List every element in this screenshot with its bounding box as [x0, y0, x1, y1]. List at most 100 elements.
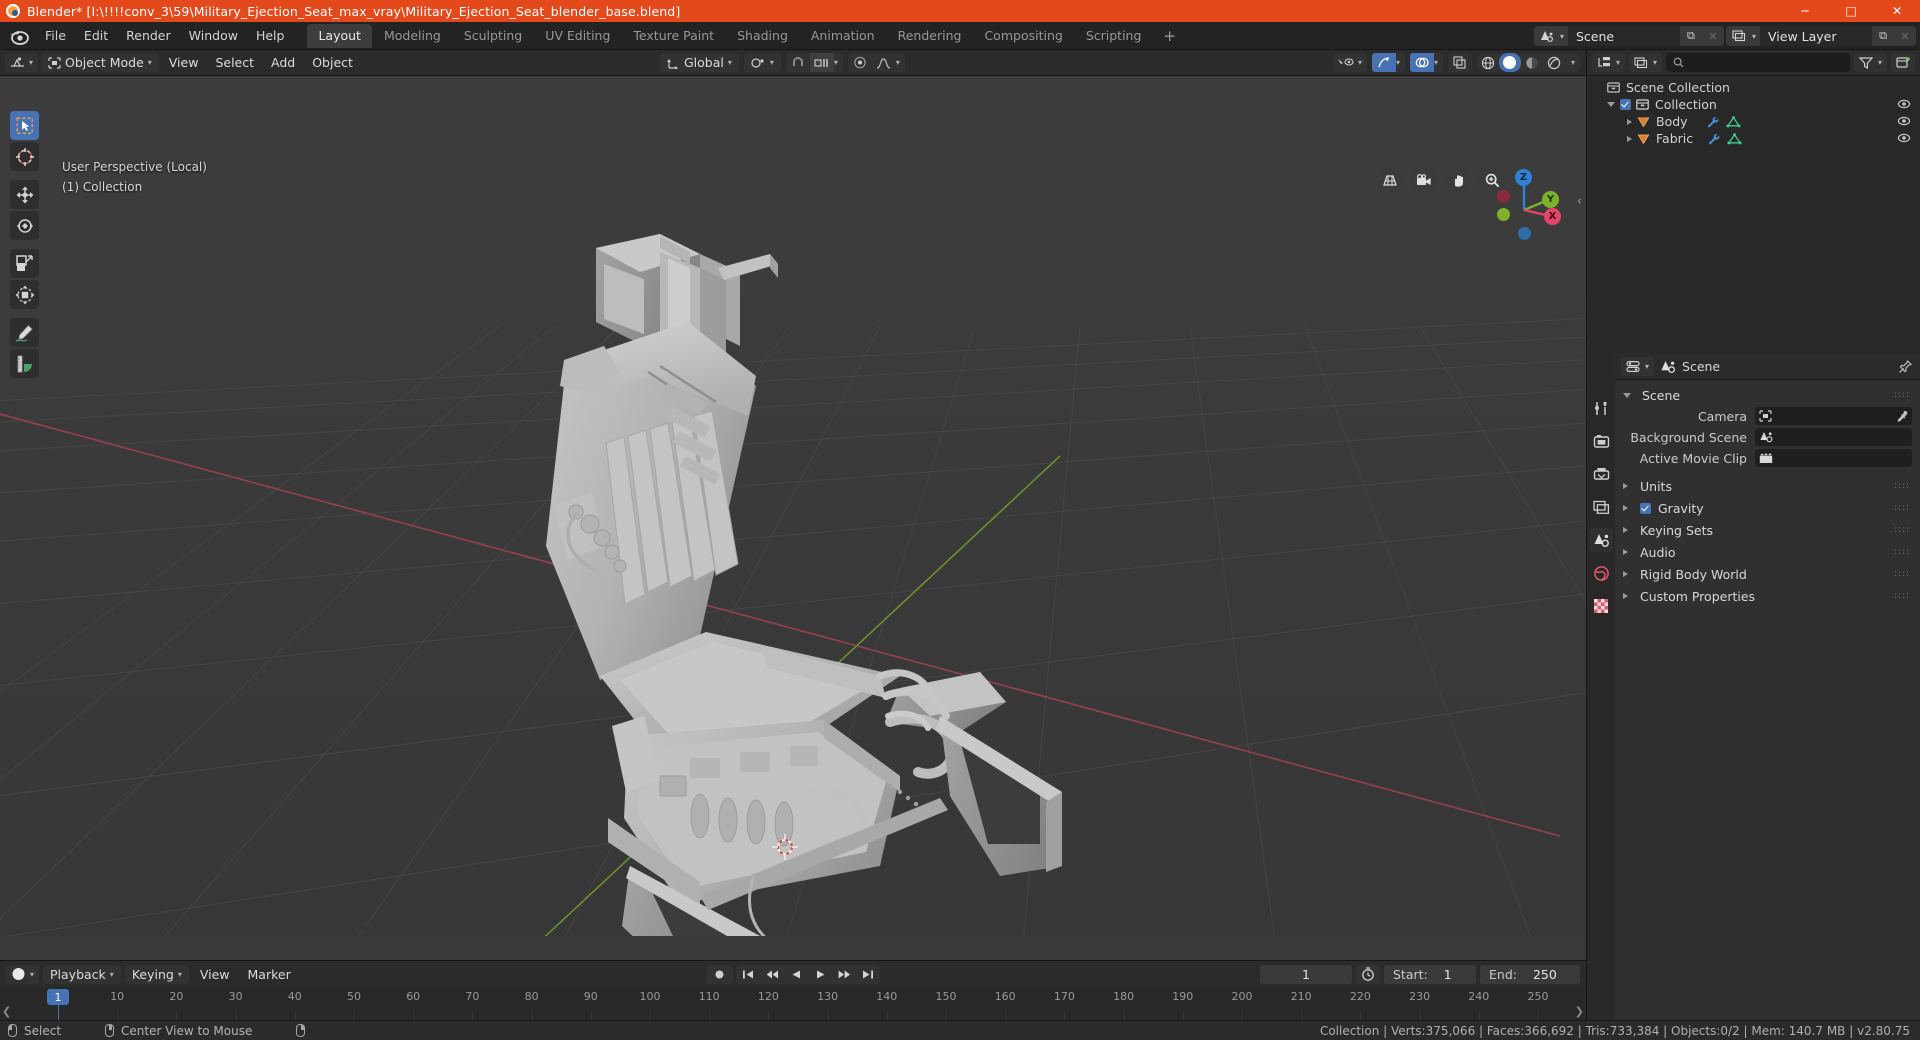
proportional-editing-icon[interactable] — [848, 53, 872, 72]
ejection-seat-model[interactable] — [0, 76, 1586, 936]
new-scene-button[interactable]: ⧉ — [1679, 26, 1702, 46]
background-scene-field[interactable] — [1755, 428, 1912, 446]
section-custom-properties[interactable]: Custom Properties :::: — [1615, 585, 1920, 607]
gizmo-icon[interactable] — [1371, 53, 1396, 72]
view-layer-name[interactable]: View Layer — [1760, 26, 1872, 46]
3d-viewport[interactable]: User Perspective (Local) (1) Collection — [0, 76, 1586, 960]
view-layer-datablock[interactable]: ▾ View Layer ⧉ ✕ — [1725, 26, 1916, 46]
timeline-menu-marker[interactable]: Marker — [241, 965, 298, 984]
snap-chevron-down-icon[interactable]: ▾ — [834, 58, 843, 67]
render-properties-tab[interactable] — [1589, 429, 1613, 453]
outliner-filter-button[interactable]: ▾ — [1853, 53, 1887, 72]
blender-menu-icon[interactable] — [8, 26, 30, 46]
view-axis-gizmo[interactable]: Z Y X — [1482, 164, 1566, 248]
viewport-menu-select[interactable]: Select — [208, 53, 261, 72]
timeline-scroll-right-icon[interactable]: ❯ — [1575, 1005, 1584, 1018]
outliner-editor-type-selector[interactable]: ▾ — [1592, 53, 1626, 72]
smooth-falloff-icon[interactable] — [872, 53, 896, 72]
tab-compositing[interactable]: Compositing — [973, 24, 1073, 48]
active-movie-clip-field[interactable] — [1755, 449, 1912, 467]
properties-editor-type-selector[interactable]: ▾ — [1621, 357, 1655, 376]
falloff-chevron-down-icon[interactable]: ▾ — [896, 58, 905, 67]
texture-properties-tab[interactable] — [1589, 594, 1613, 618]
editor-type-selector[interactable]: ▾ — [5, 53, 39, 72]
outliner-row-collection[interactable]: Collection — [1587, 96, 1920, 113]
world-properties-tab[interactable] — [1589, 561, 1613, 585]
tool-properties-tab[interactable] — [1589, 396, 1613, 420]
jump-start-icon[interactable] — [736, 965, 760, 984]
shading-chevron-down-icon[interactable]: ▾ — [1565, 58, 1581, 67]
shading-solid-button[interactable] — [1498, 53, 1521, 72]
menu-edit[interactable]: Edit — [75, 25, 117, 46]
chevron-down-icon[interactable] — [1607, 102, 1615, 107]
tab-texture-paint[interactable]: Texture Paint — [622, 24, 725, 48]
collection-visibility-eye-icon[interactable] — [1897, 98, 1911, 110]
view-layer-properties-tab[interactable] — [1589, 495, 1613, 519]
current-frame-field[interactable]: 1 — [1260, 964, 1352, 984]
gizmo-axis-y[interactable]: Y — [1542, 191, 1559, 208]
add-workspace-button[interactable]: + — [1153, 27, 1186, 45]
scale-tool[interactable] — [10, 249, 39, 278]
play-icon[interactable] — [808, 965, 832, 984]
section-keying-sets[interactable]: Keying Sets :::: — [1615, 519, 1920, 541]
gizmo-axis-x[interactable]: X — [1544, 208, 1561, 225]
tab-scripting[interactable]: Scripting — [1075, 24, 1153, 48]
modifier-wrench-icon[interactable] — [1706, 116, 1720, 128]
maximize-button[interactable]: □ — [1828, 0, 1874, 22]
playhead-handle[interactable]: 1 — [47, 989, 69, 1005]
camera-view-icon[interactable] — [1410, 166, 1438, 194]
fabric-visibility-eye-icon[interactable] — [1897, 132, 1911, 144]
section-units[interactable]: Units :::: — [1615, 475, 1920, 497]
remove-view-layer-button[interactable]: ✕ — [1894, 26, 1916, 46]
modifier-wrench-icon[interactable] — [1707, 133, 1721, 145]
move-tool[interactable] — [10, 180, 39, 209]
tab-animation[interactable]: Animation — [800, 24, 886, 48]
transform-tool[interactable] — [10, 280, 39, 309]
timeline-ruler[interactable]: ❮ ❯ 10 20 30 40 50 60 70 80 90 100 110 120 130 140 150… — [0, 987, 1586, 1020]
gizmo-axis-z[interactable]: Z — [1515, 169, 1532, 186]
menu-window[interactable]: Window — [180, 25, 247, 46]
next-keyframe-icon[interactable] — [832, 965, 856, 984]
timeline-menu-keying[interactable]: Keying ▾ — [124, 964, 189, 984]
menu-render[interactable]: Render — [117, 25, 180, 46]
section-rigid-body-world[interactable]: Rigid Body World :::: — [1615, 563, 1920, 585]
outliner-row-fabric[interactable]: Fabric — [1587, 130, 1920, 147]
menu-file[interactable]: File — [36, 25, 75, 46]
eyedropper-icon[interactable] — [1895, 410, 1908, 423]
timeline-menu-view[interactable]: View — [193, 965, 237, 984]
tab-uv-editing[interactable]: UV Editing — [534, 24, 621, 48]
scene-panel-header[interactable]: Scene :::: — [1615, 385, 1920, 405]
shading-rendered-button[interactable] — [1543, 53, 1565, 72]
unlink-scene-button[interactable]: ✕ — [1701, 26, 1724, 46]
tab-layout[interactable]: Layout — [307, 23, 372, 48]
new-view-layer-button[interactable]: ⧉ — [1872, 26, 1894, 46]
new-collection-button[interactable] — [1891, 53, 1915, 72]
timeline-menu-playback[interactable]: Playback ▾ — [43, 964, 121, 984]
shading-material-button[interactable] — [1521, 53, 1543, 72]
snap-increment-icon[interactable] — [809, 53, 834, 72]
tweak-select-tool[interactable] — [10, 111, 39, 140]
gizmo-axis-neg-y[interactable] — [1497, 208, 1510, 221]
overlays-icon[interactable] — [1409, 53, 1434, 72]
cursor-tool[interactable] — [10, 142, 39, 171]
viewport-menu-object[interactable]: Object — [305, 53, 360, 72]
tab-sculpting[interactable]: Sculpting — [453, 24, 533, 48]
pin-icon[interactable] — [1898, 359, 1912, 374]
outliner-search-input[interactable] — [1666, 53, 1850, 72]
end-frame-field[interactable]: End: 250 — [1480, 964, 1580, 984]
jump-end-icon[interactable] — [856, 965, 880, 984]
gizmo-axis-neg-z[interactable] — [1518, 227, 1531, 240]
scene-properties-tab[interactable] — [1589, 528, 1613, 552]
shading-wireframe-button[interactable] — [1477, 53, 1499, 72]
annotate-tool[interactable] — [10, 318, 39, 347]
timeline-scroll-left-icon[interactable]: ❮ — [2, 1005, 11, 1018]
transform-orientation-selector[interactable]: Global ▾ — [660, 53, 739, 72]
measure-tool[interactable] — [10, 349, 39, 378]
gizmo-chevron-down-icon[interactable]: ▾ — [1396, 58, 1405, 67]
close-button[interactable]: ✕ — [1874, 0, 1920, 22]
rotate-tool[interactable] — [10, 211, 39, 240]
menu-help[interactable]: Help — [247, 25, 294, 46]
minimize-button[interactable]: ─ — [1782, 0, 1828, 22]
chevron-right-icon[interactable] — [1627, 118, 1632, 125]
pivot-point-selector[interactable]: ▾ — [743, 53, 781, 72]
